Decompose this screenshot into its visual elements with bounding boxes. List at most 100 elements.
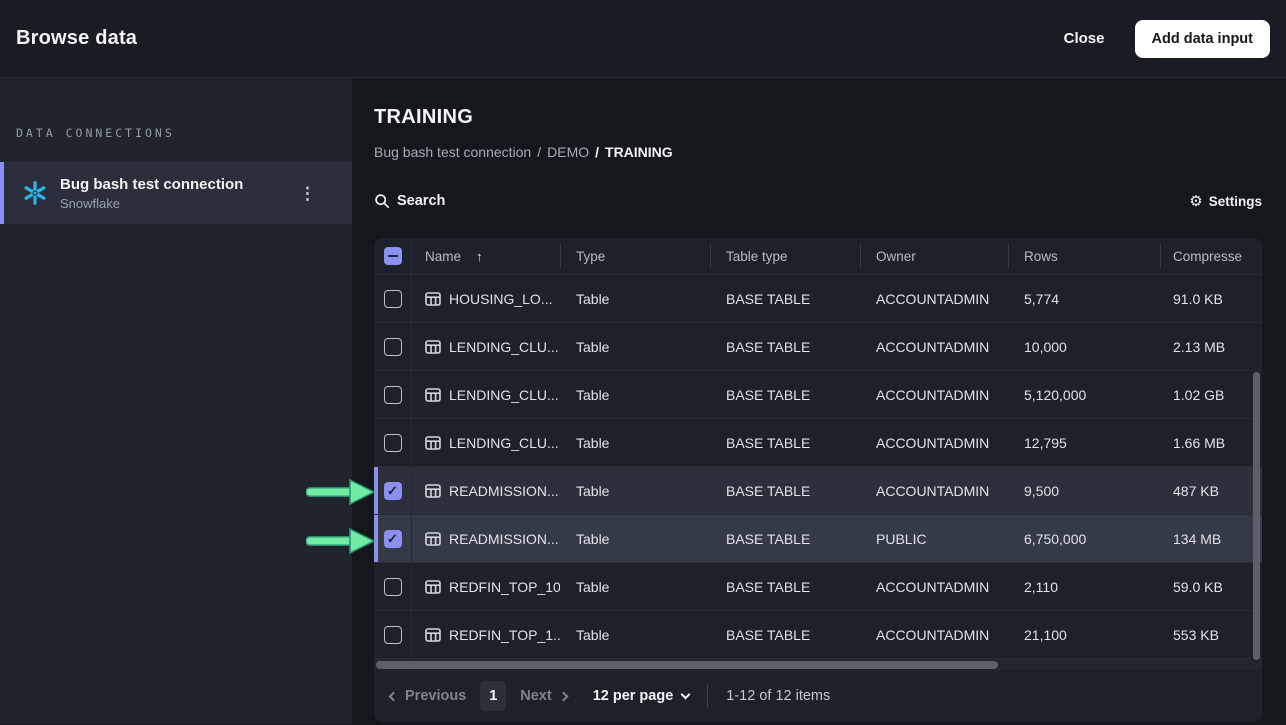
table-type-cell: Table — [560, 467, 710, 514]
column-header-table-type[interactable]: Table type — [710, 238, 860, 274]
table-name: HOUSING_LO... — [449, 291, 552, 307]
table-name: READMISSION... — [449, 483, 559, 499]
breadcrumb: Bug bash test connection/DEMO/TRAINING — [374, 143, 1262, 161]
table-type-cell: Table — [560, 419, 710, 466]
table-type-cell: Table — [560, 515, 710, 562]
settings-label: Settings — [1209, 194, 1262, 209]
settings-control[interactable]: ⚙ Settings — [1189, 194, 1262, 209]
row-count-cell: 5,774 — [1008, 275, 1160, 322]
table-row[interactable]: LENDING_CLU... Table BASE TABLE ACCOUNTA… — [374, 418, 1262, 466]
base-table-type-cell: BASE TABLE — [710, 611, 860, 658]
row-count-cell: 6,750,000 — [1008, 515, 1160, 562]
table-row[interactable]: REDFIN_TOP_1... Table BASE TABLE ACCOUNT… — [374, 610, 1262, 658]
table-header-row: Name ↑ Type Table type Owner Rows Compre… — [374, 238, 1262, 274]
page-number-button[interactable]: 1 — [480, 681, 506, 711]
table-row[interactable]: REDFIN_TOP_10 Table BASE TABLE ACCOUNTAD… — [374, 562, 1262, 610]
base-table-type-cell: BASE TABLE — [710, 563, 860, 610]
table-type-cell: Table — [560, 275, 710, 322]
owner-cell: ACCOUNTADMIN — [860, 563, 1008, 610]
data-connections-label: DATA CONNECTIONS — [16, 126, 352, 140]
table-type-cell: Table — [560, 323, 710, 370]
table-name: LENDING_CLU... — [449, 435, 559, 451]
breadcrumb-current: TRAINING — [605, 144, 673, 160]
compressed-size-cell: 487 KB — [1160, 467, 1262, 514]
owner-cell: ACCOUNTADMIN — [860, 371, 1008, 418]
table-row[interactable]: HOUSING_LO... Table BASE TABLE ACCOUNTAD… — [374, 274, 1262, 322]
horizontal-scrollbar-thumb[interactable] — [376, 661, 998, 669]
column-header-compressed[interactable]: Compresse — [1160, 238, 1262, 274]
row-checkbox[interactable] — [384, 338, 402, 356]
compressed-size-cell: 1.02 GB — [1160, 371, 1262, 418]
owner-cell: ACCOUNTADMIN — [860, 275, 1008, 322]
close-button[interactable]: Close — [1064, 30, 1105, 47]
page-title: Browse data — [16, 27, 137, 50]
compressed-size-cell: 553 KB — [1160, 611, 1262, 658]
table-grid-icon — [425, 436, 441, 450]
row-count-cell: 9,500 — [1008, 467, 1160, 514]
breadcrumb-middle[interactable]: DEMO — [547, 144, 589, 160]
vertical-scrollbar-thumb[interactable] — [1253, 372, 1260, 660]
base-table-type-cell: BASE TABLE — [710, 323, 860, 370]
column-header-owner[interactable]: Owner — [860, 238, 1008, 274]
table-type-cell: Table — [560, 611, 710, 658]
add-data-input-button[interactable]: Add data input — [1135, 20, 1271, 58]
table-name: READMISSION... — [449, 531, 559, 547]
sidebar: DATA CONNECTIONS Bug bash test connectio… — [0, 78, 352, 724]
table-row[interactable]: READMISSION... Table BASE TABLE ACCOUNTA… — [374, 466, 1262, 514]
row-checkbox[interactable] — [384, 434, 402, 452]
base-table-type-cell: BASE TABLE — [710, 419, 860, 466]
horizontal-scrollbar — [374, 658, 1262, 670]
schema-title: TRAINING — [374, 104, 1262, 130]
row-checkbox[interactable] — [384, 290, 402, 308]
next-page-button[interactable]: Next — [520, 688, 566, 704]
base-table-type-cell: BASE TABLE — [710, 275, 860, 322]
chevron-down-icon — [681, 689, 691, 699]
previous-page-button[interactable]: Previous — [390, 688, 466, 704]
kebab-menu-icon[interactable]: ⋮ — [293, 181, 322, 206]
search-label: Search — [397, 193, 445, 209]
row-count-cell: 12,795 — [1008, 419, 1160, 466]
compressed-size-cell: 91.0 KB — [1160, 275, 1262, 322]
row-checkbox[interactable] — [384, 482, 402, 500]
pagination-bar: Previous 1 Next 12 per page 1-12 of 12 i… — [374, 670, 1262, 722]
search-icon — [374, 193, 390, 209]
row-count-cell: 21,100 — [1008, 611, 1160, 658]
table-name: REDFIN_TOP_10 — [449, 579, 560, 595]
compressed-size-cell: 2.13 MB — [1160, 323, 1262, 370]
top-bar: Browse data Close Add data input — [0, 0, 1286, 78]
items-count-label: 1-12 of 12 items — [726, 688, 830, 704]
gear-icon: ⚙ — [1189, 194, 1202, 209]
snowflake-icon — [22, 180, 48, 206]
owner-cell: ACCOUNTADMIN — [860, 323, 1008, 370]
base-table-type-cell: BASE TABLE — [710, 515, 860, 562]
row-checkbox[interactable] — [384, 578, 402, 596]
base-table-type-cell: BASE TABLE — [710, 467, 860, 514]
search-control[interactable]: Search — [374, 193, 445, 209]
column-header-type[interactable]: Type — [560, 238, 710, 274]
compressed-size-cell: 59.0 KB — [1160, 563, 1262, 610]
column-header-name[interactable]: Name ↑ — [412, 238, 560, 274]
sidebar-item-connection[interactable]: Bug bash test connection Snowflake ⋮ — [0, 162, 352, 224]
row-count-cell: 5,120,000 — [1008, 371, 1160, 418]
select-all-checkbox[interactable] — [384, 247, 402, 265]
table-name: LENDING_CLU... — [449, 339, 559, 355]
table-row[interactable]: READMISSION... Table BASE TABLE PUBLIC 6… — [374, 514, 1262, 562]
sort-ascending-icon: ↑ — [476, 249, 483, 264]
data-table: Name ↑ Type Table type Owner Rows Compre… — [374, 238, 1262, 722]
row-checkbox[interactable] — [384, 386, 402, 404]
table-row[interactable]: LENDING_CLU... Table BASE TABLE ACCOUNTA… — [374, 370, 1262, 418]
per-page-dropdown[interactable]: 12 per page — [593, 688, 690, 704]
base-table-type-cell: BASE TABLE — [710, 371, 860, 418]
table-grid-icon — [425, 340, 441, 354]
table-grid-icon — [425, 388, 441, 402]
column-header-rows[interactable]: Rows — [1008, 238, 1160, 274]
row-checkbox[interactable] — [384, 530, 402, 548]
chevron-left-icon — [389, 691, 399, 701]
breadcrumb-root[interactable]: Bug bash test connection — [374, 144, 531, 160]
table-type-cell: Table — [560, 371, 710, 418]
row-checkbox[interactable] — [384, 626, 402, 644]
table-name: REDFIN_TOP_1... — [449, 627, 560, 643]
row-count-cell: 10,000 — [1008, 323, 1160, 370]
table-row[interactable]: LENDING_CLU... Table BASE TABLE ACCOUNTA… — [374, 322, 1262, 370]
table-grid-icon — [425, 628, 441, 642]
